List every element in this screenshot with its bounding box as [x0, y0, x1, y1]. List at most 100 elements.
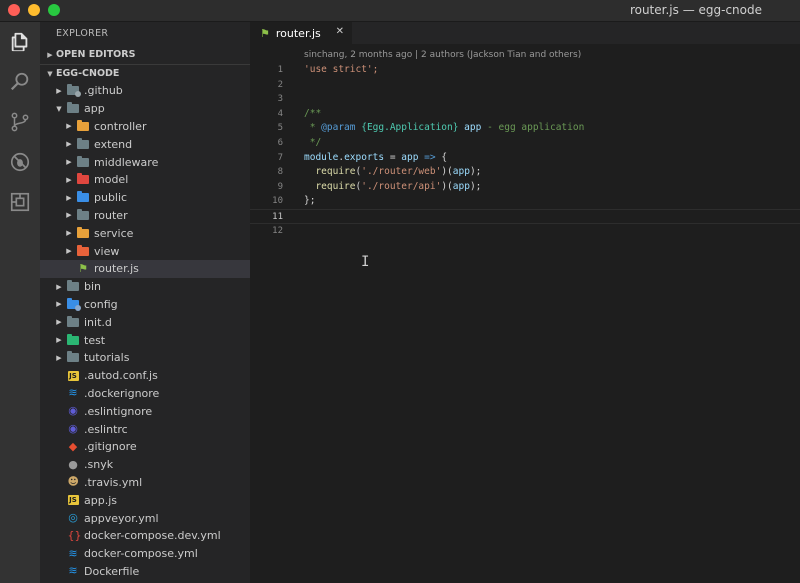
extensions-icon[interactable] [0, 182, 40, 222]
code-token: )( [441, 166, 453, 178]
chevron-right-icon: ▶ [66, 122, 72, 131]
tree-folder[interactable]: ▶ router [40, 207, 250, 225]
folder-shape [67, 84, 81, 98]
tree-item-label: .autod.conf.js [84, 369, 158, 383]
folder-icon [67, 297, 81, 311]
tree-item-label: .github [84, 84, 123, 98]
tree-file[interactable]: ◆ .gitignore [40, 438, 250, 456]
tree-file[interactable]: ☻ .travis.yml [40, 474, 250, 492]
tree-file[interactable]: ≋ Dockerfile [40, 563, 250, 581]
code-line[interactable]: 3 [250, 92, 800, 107]
eslint-icon: ◉ [67, 423, 79, 435]
tree-folder[interactable]: ▶ service [40, 224, 250, 242]
code-editor[interactable]: 1 'use strict'; 2 3 4 /** 5 * @param {Egg.Appl… [250, 63, 800, 238]
code-line[interactable]: 7 module.exports = app => { [250, 151, 800, 166]
tree-folder[interactable]: ▶ init.d [40, 313, 250, 331]
code-line[interactable]: 9 require('./router/api')(app); [250, 180, 800, 195]
code-token: @param [321, 122, 356, 134]
folder-shape [77, 191, 89, 203]
folder-icon [67, 280, 79, 293]
line-number: 5 [277, 123, 283, 134]
folder-icon [67, 315, 79, 328]
tree-item-label: docker-compose.dev.yml [84, 529, 221, 543]
git-blame-annotation[interactable]: sinchang, 2 months ago | 2 authors (Jack… [304, 50, 581, 60]
code-line[interactable]: 10}; [250, 194, 800, 209]
tree-file[interactable]: {} docker-compose.dev.yml [40, 527, 250, 545]
search-icon[interactable] [0, 62, 40, 102]
tab-router-js[interactable]: ⚑ router.js ✕ [250, 22, 352, 44]
code-text: * @param {Egg.Application} app - egg app… [304, 121, 585, 136]
code-line[interactable]: 8 require('./router/web')(app); [250, 165, 800, 180]
code-line[interactable]: 6 */ [250, 136, 800, 151]
activity-bar [0, 22, 40, 583]
tree-file[interactable]: ⚑ router.js [40, 259, 250, 278]
tree-file[interactable]: JS app.js [40, 491, 250, 509]
code-line[interactable]: 5 * @param {Egg.Application} app - egg a… [250, 121, 800, 136]
open-editors-section[interactable]: ▶ OPEN EDITORS [40, 46, 250, 64]
code-line[interactable]: 12 [250, 224, 800, 239]
tree-folder[interactable]: ▶ test [40, 331, 250, 349]
tree-folder[interactable]: ▶ config [40, 296, 250, 314]
docker-icon: ≋ [67, 548, 79, 560]
tree-folder[interactable]: ▼ app [40, 100, 250, 118]
tree-item-label: Dockerfile [84, 564, 140, 578]
code-token: ); [469, 180, 482, 192]
router-icon: ⚑ [260, 26, 270, 40]
tree-item-label: app.js [84, 493, 117, 507]
tree-item-label: controller [94, 119, 147, 133]
open-editors-label: OPEN EDITORS [56, 49, 136, 60]
tree-file[interactable]: ◉ .eslintrc [40, 420, 250, 438]
source-control-icon[interactable] [0, 102, 40, 142]
tree-file[interactable]: ≋ docker-compose.yml [40, 545, 250, 563]
tree-file[interactable]: ≋ .dockerignore [40, 385, 250, 403]
line-number: 10 [272, 196, 283, 207]
tree-item-label: init.d [84, 315, 112, 329]
chevron-right-icon: ▶ [56, 336, 62, 345]
code-token: /** [304, 107, 322, 119]
tree-folder[interactable]: ▶ .github [40, 82, 250, 100]
tree-item-label: .dockerignore [84, 386, 160, 400]
debug-icon[interactable] [0, 142, 40, 182]
chevron-right-icon: ▶ [56, 282, 62, 291]
javascript-icon: JS [67, 494, 79, 506]
eslint-icon-glyph: ◉ [68, 404, 78, 418]
tree-file[interactable]: ◎ appveyor.yml [40, 509, 250, 527]
code-line[interactable]: 4 /** [250, 107, 800, 122]
code-token: require [315, 180, 356, 192]
tree-folder[interactable]: ▶ view [40, 242, 250, 260]
tree-folder[interactable]: ▶ bin [40, 278, 250, 296]
window-title: router.js — egg-cnode [629, 3, 762, 17]
zoom-window-button[interactable] [48, 4, 60, 16]
appveyor-icon-glyph: ◎ [68, 511, 78, 525]
code-line[interactable]: 11 [250, 208, 800, 224]
tree-file[interactable]: ◉ .eslintignore [40, 402, 250, 420]
tree-folder[interactable]: ▶ public [40, 189, 250, 207]
editor-area: ⚑ router.js ✕ sinchang, 2 months ago | 2… [250, 22, 800, 583]
tree-folder[interactable]: ▶ model [40, 171, 250, 189]
tree-folder[interactable]: ▶ middleware [40, 153, 250, 171]
line-number: 12 [272, 225, 283, 236]
code-text: require('./router/web')(app); [304, 165, 481, 180]
code-line[interactable]: 2 [250, 78, 800, 93]
close-icon[interactable]: ✕ [336, 26, 344, 37]
minimize-window-button[interactable] [28, 4, 40, 16]
close-window-button[interactable] [8, 4, 20, 16]
project-section[interactable]: ▼ EGG-CNODE [40, 64, 250, 82]
tree-folder[interactable]: ▶ controller [40, 118, 250, 136]
folder-shape [67, 102, 79, 114]
folder-shape [77, 244, 89, 256]
folder-badge [75, 91, 81, 98]
tree-folder[interactable]: ▶ tutorials [40, 349, 250, 367]
tree-folder[interactable]: ▶ extend [40, 135, 250, 153]
folder-shape [77, 226, 89, 238]
tree-file[interactable]: ● .snyk [40, 456, 250, 474]
tree-item-label: .eslintrc [84, 422, 128, 436]
explorer-icon[interactable] [0, 22, 40, 62]
code-token: - egg application [481, 122, 585, 134]
tree-item-label: public [94, 191, 128, 205]
code-line[interactable]: 1 'use strict'; [250, 63, 800, 78]
tree-file[interactable]: JS .autod.conf.js [40, 367, 250, 385]
folder-icon [77, 137, 89, 150]
